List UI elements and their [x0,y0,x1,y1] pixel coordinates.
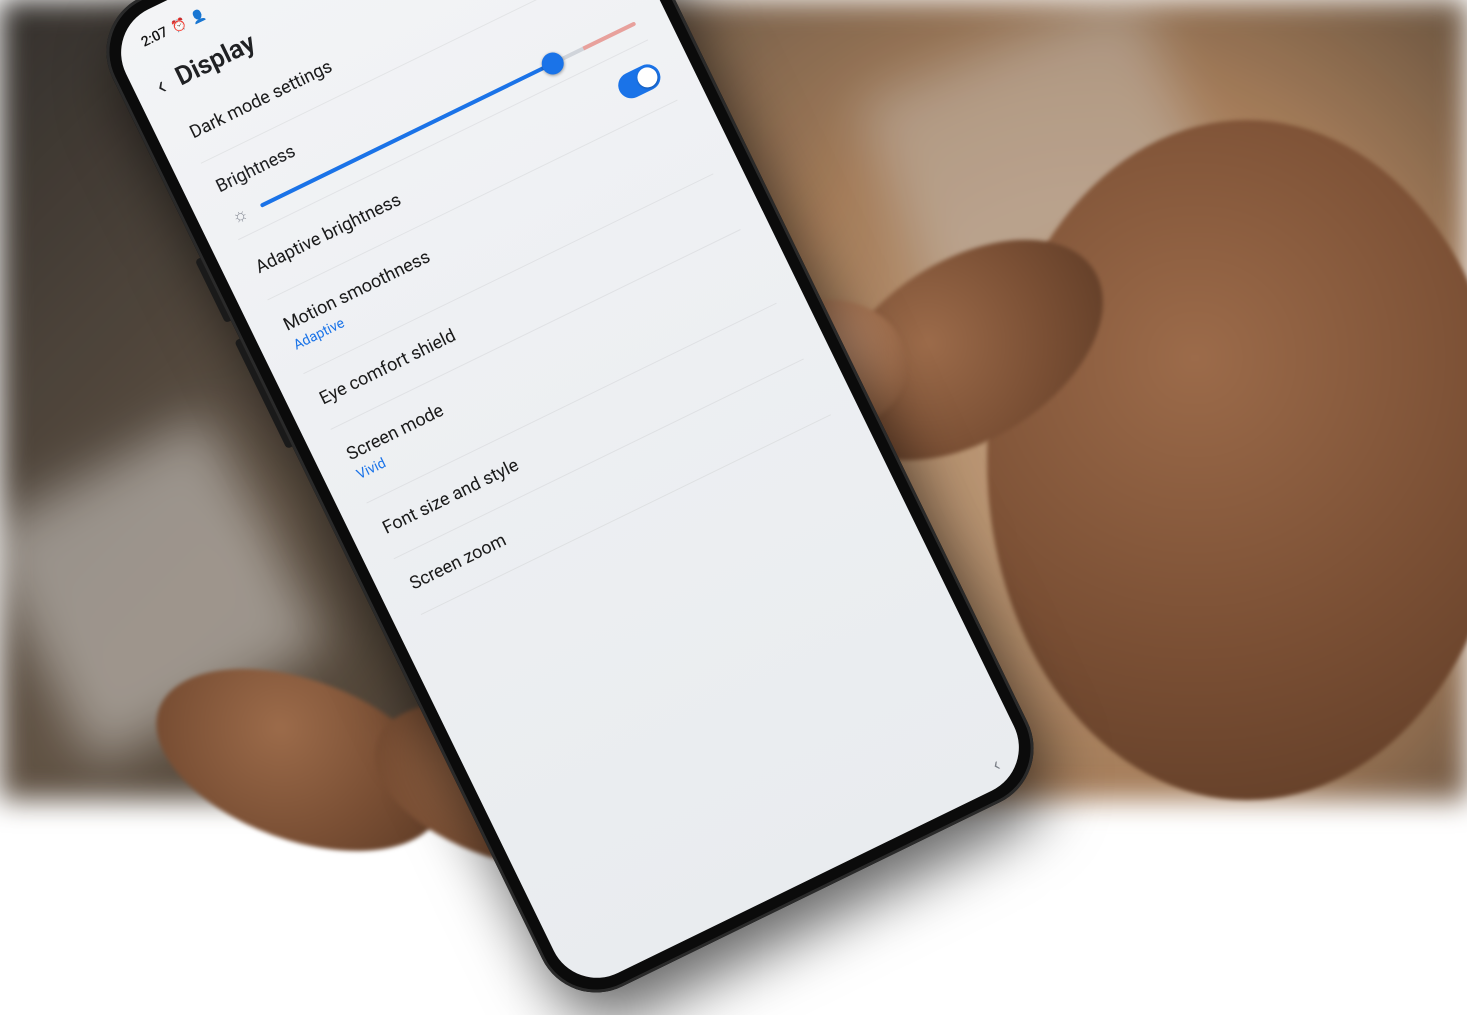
status-alarm-icon: ⏰ [169,16,189,35]
status-account-icon: 👤 [188,7,208,26]
brightness-sun-icon: ☼ [228,202,252,228]
adaptive-brightness-toggle[interactable] [614,60,665,103]
back-icon[interactable]: ‹ [152,73,170,100]
status-time: 2:07 [139,24,171,50]
